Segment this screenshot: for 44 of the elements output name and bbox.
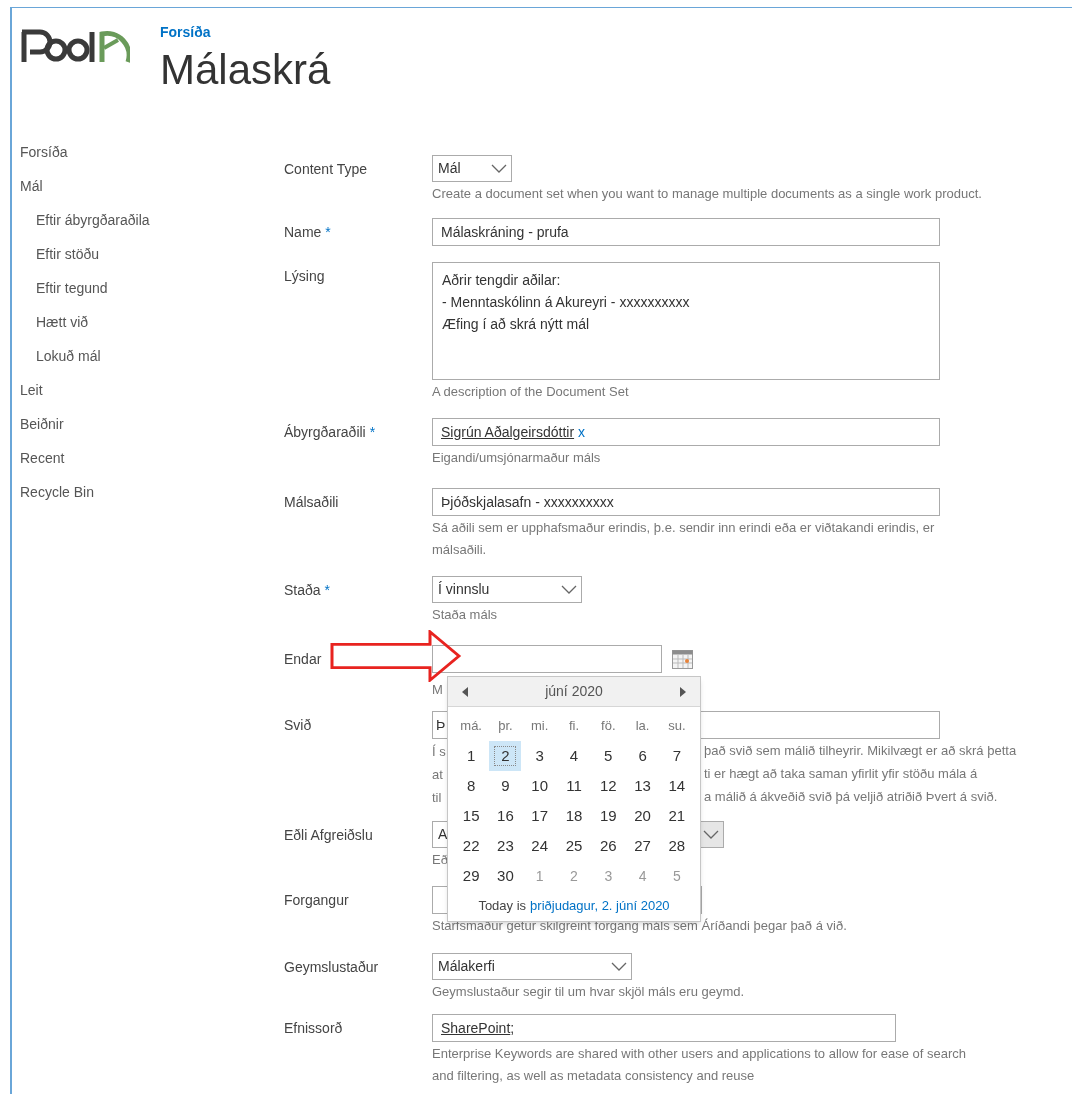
field-description: það svið sem málið tilheyrir. Mikilvægt er að skrá þetta [704,742,1017,760]
field-description: at [432,767,443,782]
today-label: Today is [478,897,527,916]
required-marker: * [369,423,376,442]
field-description: Enterprise Keywords are shared with other users and applications to allow for ease of search [432,1045,966,1063]
weekday-label: má. [460,717,482,736]
field-label: Lýsing [284,267,325,286]
weekday-label: þr. [498,717,513,736]
required-marker: * [324,581,331,600]
field-label: Endar [284,650,322,669]
page-title: Málaskrá [160,45,331,95]
field-label: Svið [284,716,312,735]
field-label: Staða [284,581,321,600]
field-description: A description of the Document Set [432,383,629,401]
field-label: Efnissorð [284,1019,343,1038]
field-description: Create a document set when you want to manage multiple documents as a single work product. [432,185,982,203]
field-description: ti er hægt að taka saman yfirlit yfir stöðu mála á [704,765,978,783]
separator: ; [510,1018,515,1038]
field-description: M [432,681,443,699]
required-marker: * [325,223,331,242]
weekday-label: fö. [601,717,616,736]
field-description: Eð [432,851,448,869]
weekday-label: su. [668,717,686,736]
field-label: Málsaðili [284,493,339,512]
field-label: Name [284,223,322,242]
field-label: Ábyrgðaraðili [284,423,366,442]
field-label: Forgangur [284,891,349,910]
field-description: til [432,790,442,805]
field-description: Í s [432,744,446,759]
field-label: Content Type [284,160,368,179]
weekday-label: la. [635,717,650,736]
field-description: Starfsmaður getur skilgreint forgang máls sem Áríðandi þegar það á við. [432,917,847,935]
field-description: málsaðili. [432,541,487,559]
field-description: Staða máls [432,606,498,624]
field-description: Geymslustaður segir til um hvar skjöl máls eru geymd. [432,983,745,1001]
month-title: júní 2020 [545,682,603,701]
field-description: Eigandi/umsjónarmaður máls [432,449,601,467]
weekday-label: fi. [568,717,580,736]
weekday-label: mi. [531,717,549,736]
field-label: Geymslustaður [284,958,379,977]
field-description: a málið á ákveðið svið þá veljið atriðið Þvert á svið. [704,788,998,806]
field-description: and filtering, as well as metadata consistency and reuse [432,1067,755,1085]
field-label: Eðli Afgreiðslu [284,826,373,845]
field-description: Sá aðili sem er upphafsmaður erindis, þ.e. sendir inn erindi eða er viðtakandi erindis, er [432,519,935,537]
